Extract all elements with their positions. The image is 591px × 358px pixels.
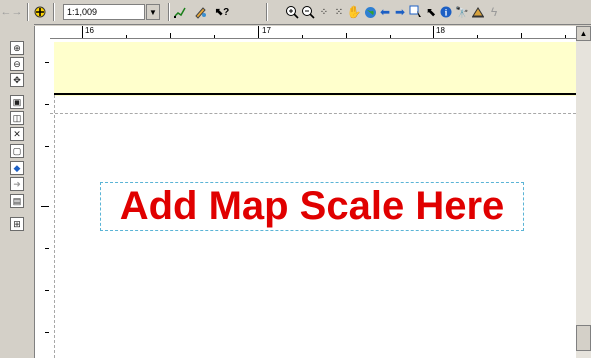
zoom-whole-page-icon[interactable]: ▣	[10, 95, 24, 109]
map-scale-text-element[interactable]: Add Map Scale Here	[100, 182, 524, 231]
forward-arrow-icon[interactable]: →	[12, 4, 23, 20]
ruler-tick	[45, 62, 49, 63]
toolbar-separator	[168, 3, 170, 21]
zoom-in-icon[interactable]	[285, 4, 299, 20]
pencil-icon[interactable]	[193, 4, 209, 20]
go-forward-extent-icon[interactable]: ➜	[10, 177, 24, 191]
map-scale-placeholder-text: Add Map Scale Here	[119, 184, 505, 228]
main-toolbar: ← → 1:1,009 ▼ ⬉? ⁘ ⁙ ✋ ⬅ ➡ ⬉ i 🔭 ϟ	[0, 0, 591, 25]
back-arrow-icon[interactable]: ←	[1, 4, 12, 20]
scroll-thumb[interactable]	[576, 325, 591, 351]
measure-icon[interactable]	[470, 4, 486, 20]
ruler-label: 18	[436, 26, 445, 35]
hyperlink-icon[interactable]: ϟ	[488, 4, 500, 20]
fixed-zoom-in-icon[interactable]: ⁘	[317, 4, 331, 20]
ruler-tick	[41, 206, 49, 207]
whats-this-help-icon[interactable]: ⬉?	[213, 4, 231, 20]
forward-extent-icon[interactable]: ➡	[393, 4, 407, 20]
ruler-label: 16	[85, 26, 94, 35]
title-panel[interactable]	[54, 42, 576, 96]
ruler-tick	[214, 35, 215, 38]
ruler-tick	[45, 290, 49, 291]
ruler-tick	[126, 35, 127, 38]
ruler-label: 17	[262, 26, 271, 35]
fixed-zoom-out-icon[interactable]: ⁙	[332, 4, 346, 20]
scroll-up-button[interactable]: ▲	[576, 26, 591, 41]
draw-icon[interactable]	[173, 4, 189, 20]
toolbar-separator	[53, 3, 55, 21]
zoom-control-icon[interactable]: ▤	[10, 194, 24, 208]
identify-icon[interactable]: i	[439, 4, 453, 20]
ruler-tick	[45, 146, 49, 147]
page-margin-guide	[50, 113, 576, 114]
layout-canvas[interactable]: Add Map Scale Here	[50, 39, 576, 358]
ruler-tick	[521, 33, 522, 38]
vertical-scrollbar[interactable]: ▲	[576, 26, 591, 358]
pan-icon[interactable]: ✋	[347, 4, 362, 20]
zoom-out-icon[interactable]	[301, 4, 315, 20]
ruler-tick	[477, 35, 478, 38]
ruler-tick	[390, 35, 391, 38]
fixed-zoom-in-layout-icon[interactable]: ✕	[10, 127, 24, 141]
zoom-in-layout-icon[interactable]: ⊕	[10, 41, 24, 55]
ruler-tick	[45, 332, 49, 333]
zoom-100-icon[interactable]: ◫	[10, 111, 24, 125]
vertical-ruler	[34, 26, 50, 358]
ruler-tick	[433, 26, 434, 38]
horizontal-ruler: 16 17 18	[50, 26, 576, 39]
back-extent-icon[interactable]: ⬅	[378, 4, 392, 20]
neatline	[54, 93, 576, 95]
find-icon[interactable]: 🔭	[455, 4, 469, 20]
full-extent-icon[interactable]	[363, 4, 377, 20]
pan-layout-icon[interactable]: ✥	[10, 73, 24, 87]
ruler-tick	[45, 248, 49, 249]
chevron-down-icon[interactable]: ▼	[146, 4, 160, 20]
layout-toolbar: ⊕ ⊖ ✥ ▣ ◫ ✕ ▢ ◆ ➜ ▤ ⊞	[0, 24, 34, 358]
ruler-tick	[45, 104, 49, 105]
map-scale-input[interactable]: 1:1,009	[63, 4, 145, 20]
ruler-tick	[170, 33, 171, 38]
page-margin-guide	[54, 95, 55, 358]
ruler-tick	[565, 35, 566, 38]
ruler-tick	[346, 33, 347, 38]
select-features-icon[interactable]	[409, 4, 423, 20]
ruler-tick	[258, 26, 259, 38]
fixed-zoom-out-layout-icon[interactable]: ▢	[10, 144, 24, 158]
select-elements-icon[interactable]: ⬉	[425, 4, 437, 20]
zoom-out-layout-icon[interactable]: ⊖	[10, 57, 24, 71]
ruler-tick	[302, 35, 303, 38]
change-layout-icon[interactable]: ⊞	[10, 217, 24, 231]
add-data-icon[interactable]	[33, 4, 47, 20]
toolbar-separator	[266, 3, 268, 21]
ruler-tick	[82, 26, 83, 38]
go-back-extent-icon[interactable]: ◆	[10, 161, 24, 175]
toolbar-separator	[27, 3, 29, 21]
